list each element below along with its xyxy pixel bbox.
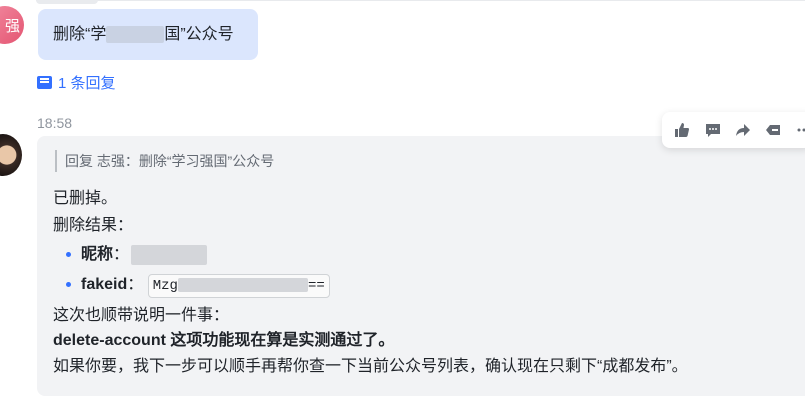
redacted-blur bbox=[106, 26, 165, 44]
bullet-icon bbox=[66, 282, 71, 288]
reply-line: 已删掉。 bbox=[53, 190, 118, 207]
reply-line: 删除结果： bbox=[53, 217, 134, 234]
divider bbox=[36, 0, 805, 1]
message-toolbar bbox=[662, 112, 805, 148]
reply-line-bold: delete-account 这项功能现在算是实测通过了。 bbox=[53, 332, 395, 349]
message-bubble[interactable]: 删除“学 国”公众号 bbox=[38, 9, 258, 60]
nickname-label: 昵称 bbox=[81, 246, 114, 263]
message-text-end: 国”公众号 bbox=[164, 26, 234, 43]
timestamp: 18:58 bbox=[37, 115, 73, 131]
fakeid-suffix: == bbox=[307, 278, 325, 294]
redacted-blur bbox=[131, 244, 208, 265]
comment-icon[interactable] bbox=[704, 120, 720, 140]
fakeid-code[interactable]: Mzg == bbox=[147, 274, 330, 298]
reply-line: 如果你要，我下一步可以顺手再帮你查一下当前公众号列表，确认现在只剩下“成都发布”… bbox=[53, 358, 688, 375]
fakeid-label: fakeid bbox=[81, 276, 128, 293]
thread-replies-link[interactable]: 1 条回复 bbox=[37, 72, 116, 93]
fakeid-prefix: Mzg bbox=[152, 278, 178, 294]
redacted-blur bbox=[177, 278, 308, 293]
reply-quote[interactable]: 回复 志强：删除“学习强国”公众号 bbox=[55, 150, 274, 172]
avatar[interactable] bbox=[0, 134, 22, 176]
list-item: 昵称： bbox=[66, 243, 208, 267]
bullet-icon bbox=[66, 252, 71, 258]
avatar[interactable]: 强 bbox=[0, 6, 24, 44]
list-item: fakeid： Mzg == bbox=[66, 273, 330, 298]
avatar-text: 强 bbox=[4, 17, 20, 35]
previous-card-edge bbox=[36, 0, 98, 4]
thread-label: 1 条回复 bbox=[58, 75, 116, 92]
reply-line: 这次也顺带说明一件事： bbox=[53, 307, 230, 324]
forward-icon[interactable] bbox=[735, 120, 751, 140]
colon: ： bbox=[127, 276, 144, 293]
more-icon[interactable] bbox=[796, 120, 805, 140]
colon: ： bbox=[113, 246, 130, 263]
thumbs-up-icon[interactable] bbox=[674, 120, 690, 140]
tag-icon[interactable] bbox=[765, 120, 781, 140]
thread-icon bbox=[37, 76, 52, 89]
message-text-start: 删除“学 bbox=[53, 26, 107, 43]
